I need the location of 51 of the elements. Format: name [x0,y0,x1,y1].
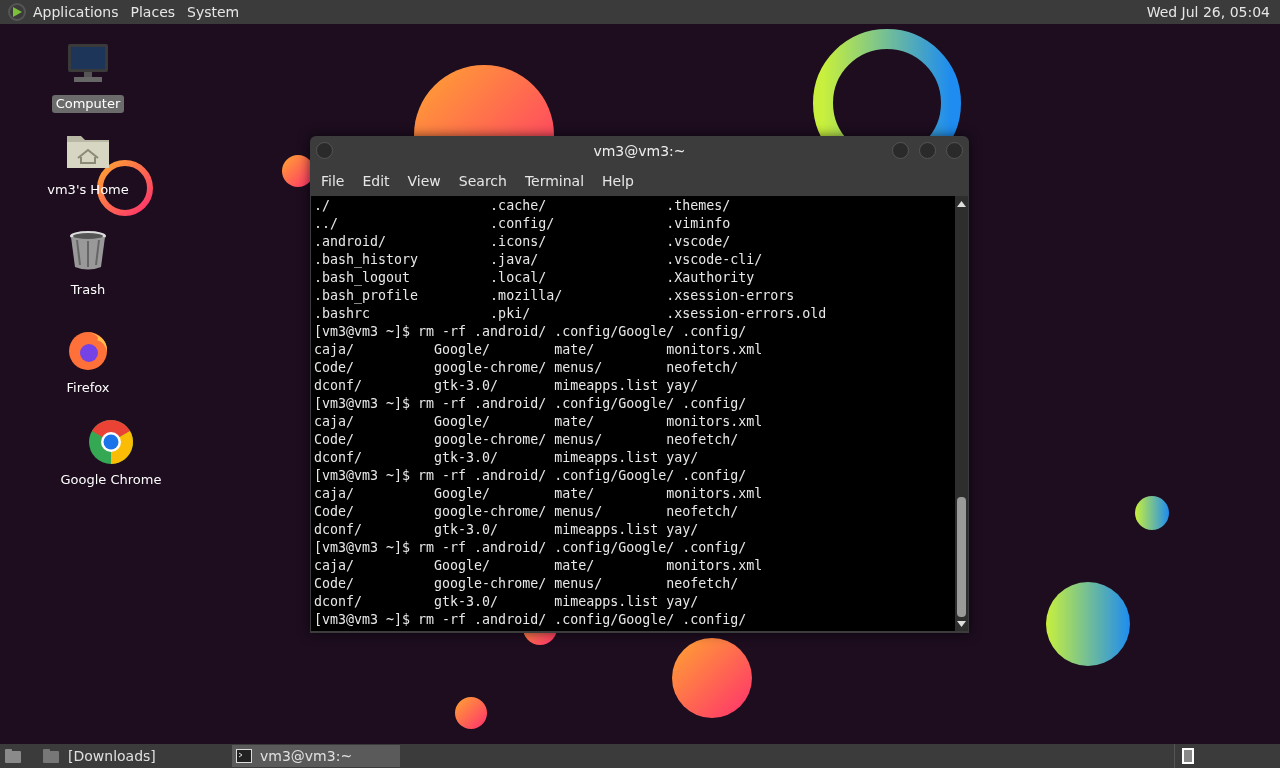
menu-item[interactable]: Search [449,170,516,192]
menu-item[interactable]: Applications [33,1,119,23]
terminal-line: [vm3@vm3 ~]$ rm -rf .android/ .config/Google/ .config/ [314,467,748,485]
taskbar-button[interactable]: [Downloads] [64,745,232,767]
workspace-button[interactable] [1182,748,1194,764]
terminal-line: dconf/ gtk-3.0/ mimeapps.list yay/ [314,593,700,611]
terminal-line: Code/ google-chrome/ menus/ neofetch/ [314,503,740,521]
clock[interactable]: Wed Jul 26, 05:04 [1146,1,1270,23]
menu-item[interactable]: Terminal [515,170,594,192]
terminal-line: [vm3@vm3 ~]$ rm -rf .android/ .config/Google/ .config/ [314,395,748,413]
menu-item[interactable]: System [187,1,240,23]
terminal-line: caja/ Google/ mate/ monitors.xml [314,413,764,431]
menu-item[interactable]: File [312,170,354,192]
taskbar-button[interactable]: vm3@vm3:~ [232,745,400,767]
terminal-line: ../ .config/ .viminfo [314,215,732,233]
window-title: vm3@vm3:~ [593,141,686,161]
terminal-line: dconf/ gtk-3.0/ mimeapps.list yay/ [314,521,700,539]
icon-label[interactable]: Firefox [62,379,114,397]
terminal-line: caja/ Google/ mate/ monitors.xml [314,485,764,503]
terminal-line: .bash_logout .local/ .Xauthority [314,269,756,287]
terminal-line: [vm3@vm3 ~]$ rm -rf .android/ .config/Google/ .config/ [314,611,748,629]
terminal-line: Code/ google-chrome/ menus/ neofetch/ [314,575,740,593]
icon-label[interactable]: Computer [51,95,125,113]
scrollbar[interactable] [955,196,968,631]
terminal-line: Code/ google-chrome/ menus/ neofetch/ [314,359,740,377]
terminal-line: [vm3@vm3 ~]$ rm -rf .android/ .config/Google/ .config/ [314,323,748,341]
terminal-line: caja/ Google/ mate/ monitors.xml [314,557,764,575]
terminal-line: caja/ Google/ mate/ monitors.xml [314,341,764,359]
logo-icon [7,2,27,22]
menu-item[interactable]: Edit [353,170,399,192]
folder-icon [42,748,60,764]
terminal-line: dconf/ gtk-3.0/ mimeapps.list yay/ [314,449,700,467]
terminal-line: [vm3@vm3 ~]$ rm -rf .android/ .config/Google/ .config/ [314,539,748,557]
terminal-line: ./ .cache/ .themes/ [314,197,732,215]
scroll-down-icon[interactable] [957,620,966,628]
terminal-line: .android/ .icons/ .vscode/ [314,233,732,251]
terminal-line: .bashrc .pki/ .xsession-errors.old [314,305,828,323]
chrome-icon[interactable] [87,418,135,466]
icon-label[interactable]: Google Chrome [56,471,166,489]
menu-item[interactable]: View [398,170,450,192]
terminal-line: dconf/ gtk-3.0/ mimeapps.list yay/ [314,377,700,395]
icon-label[interactable]: Trash [66,281,110,299]
terminal-icon [236,749,252,763]
scroll-thumb[interactable] [957,497,966,617]
terminal-line: .bash_history .java/ .vscode-cli/ [314,251,764,269]
terminal-line: Code/ google-chrome/ menus/ neofetch/ [314,431,740,449]
terminal-line: .bash_profile .mozilla/ .xsession-errors [314,287,796,305]
show-desktop-icon[interactable] [4,748,22,764]
scroll-up-icon[interactable] [957,200,966,208]
menu-item[interactable]: Places [130,1,176,23]
menu-item[interactable]: Help [593,170,643,192]
